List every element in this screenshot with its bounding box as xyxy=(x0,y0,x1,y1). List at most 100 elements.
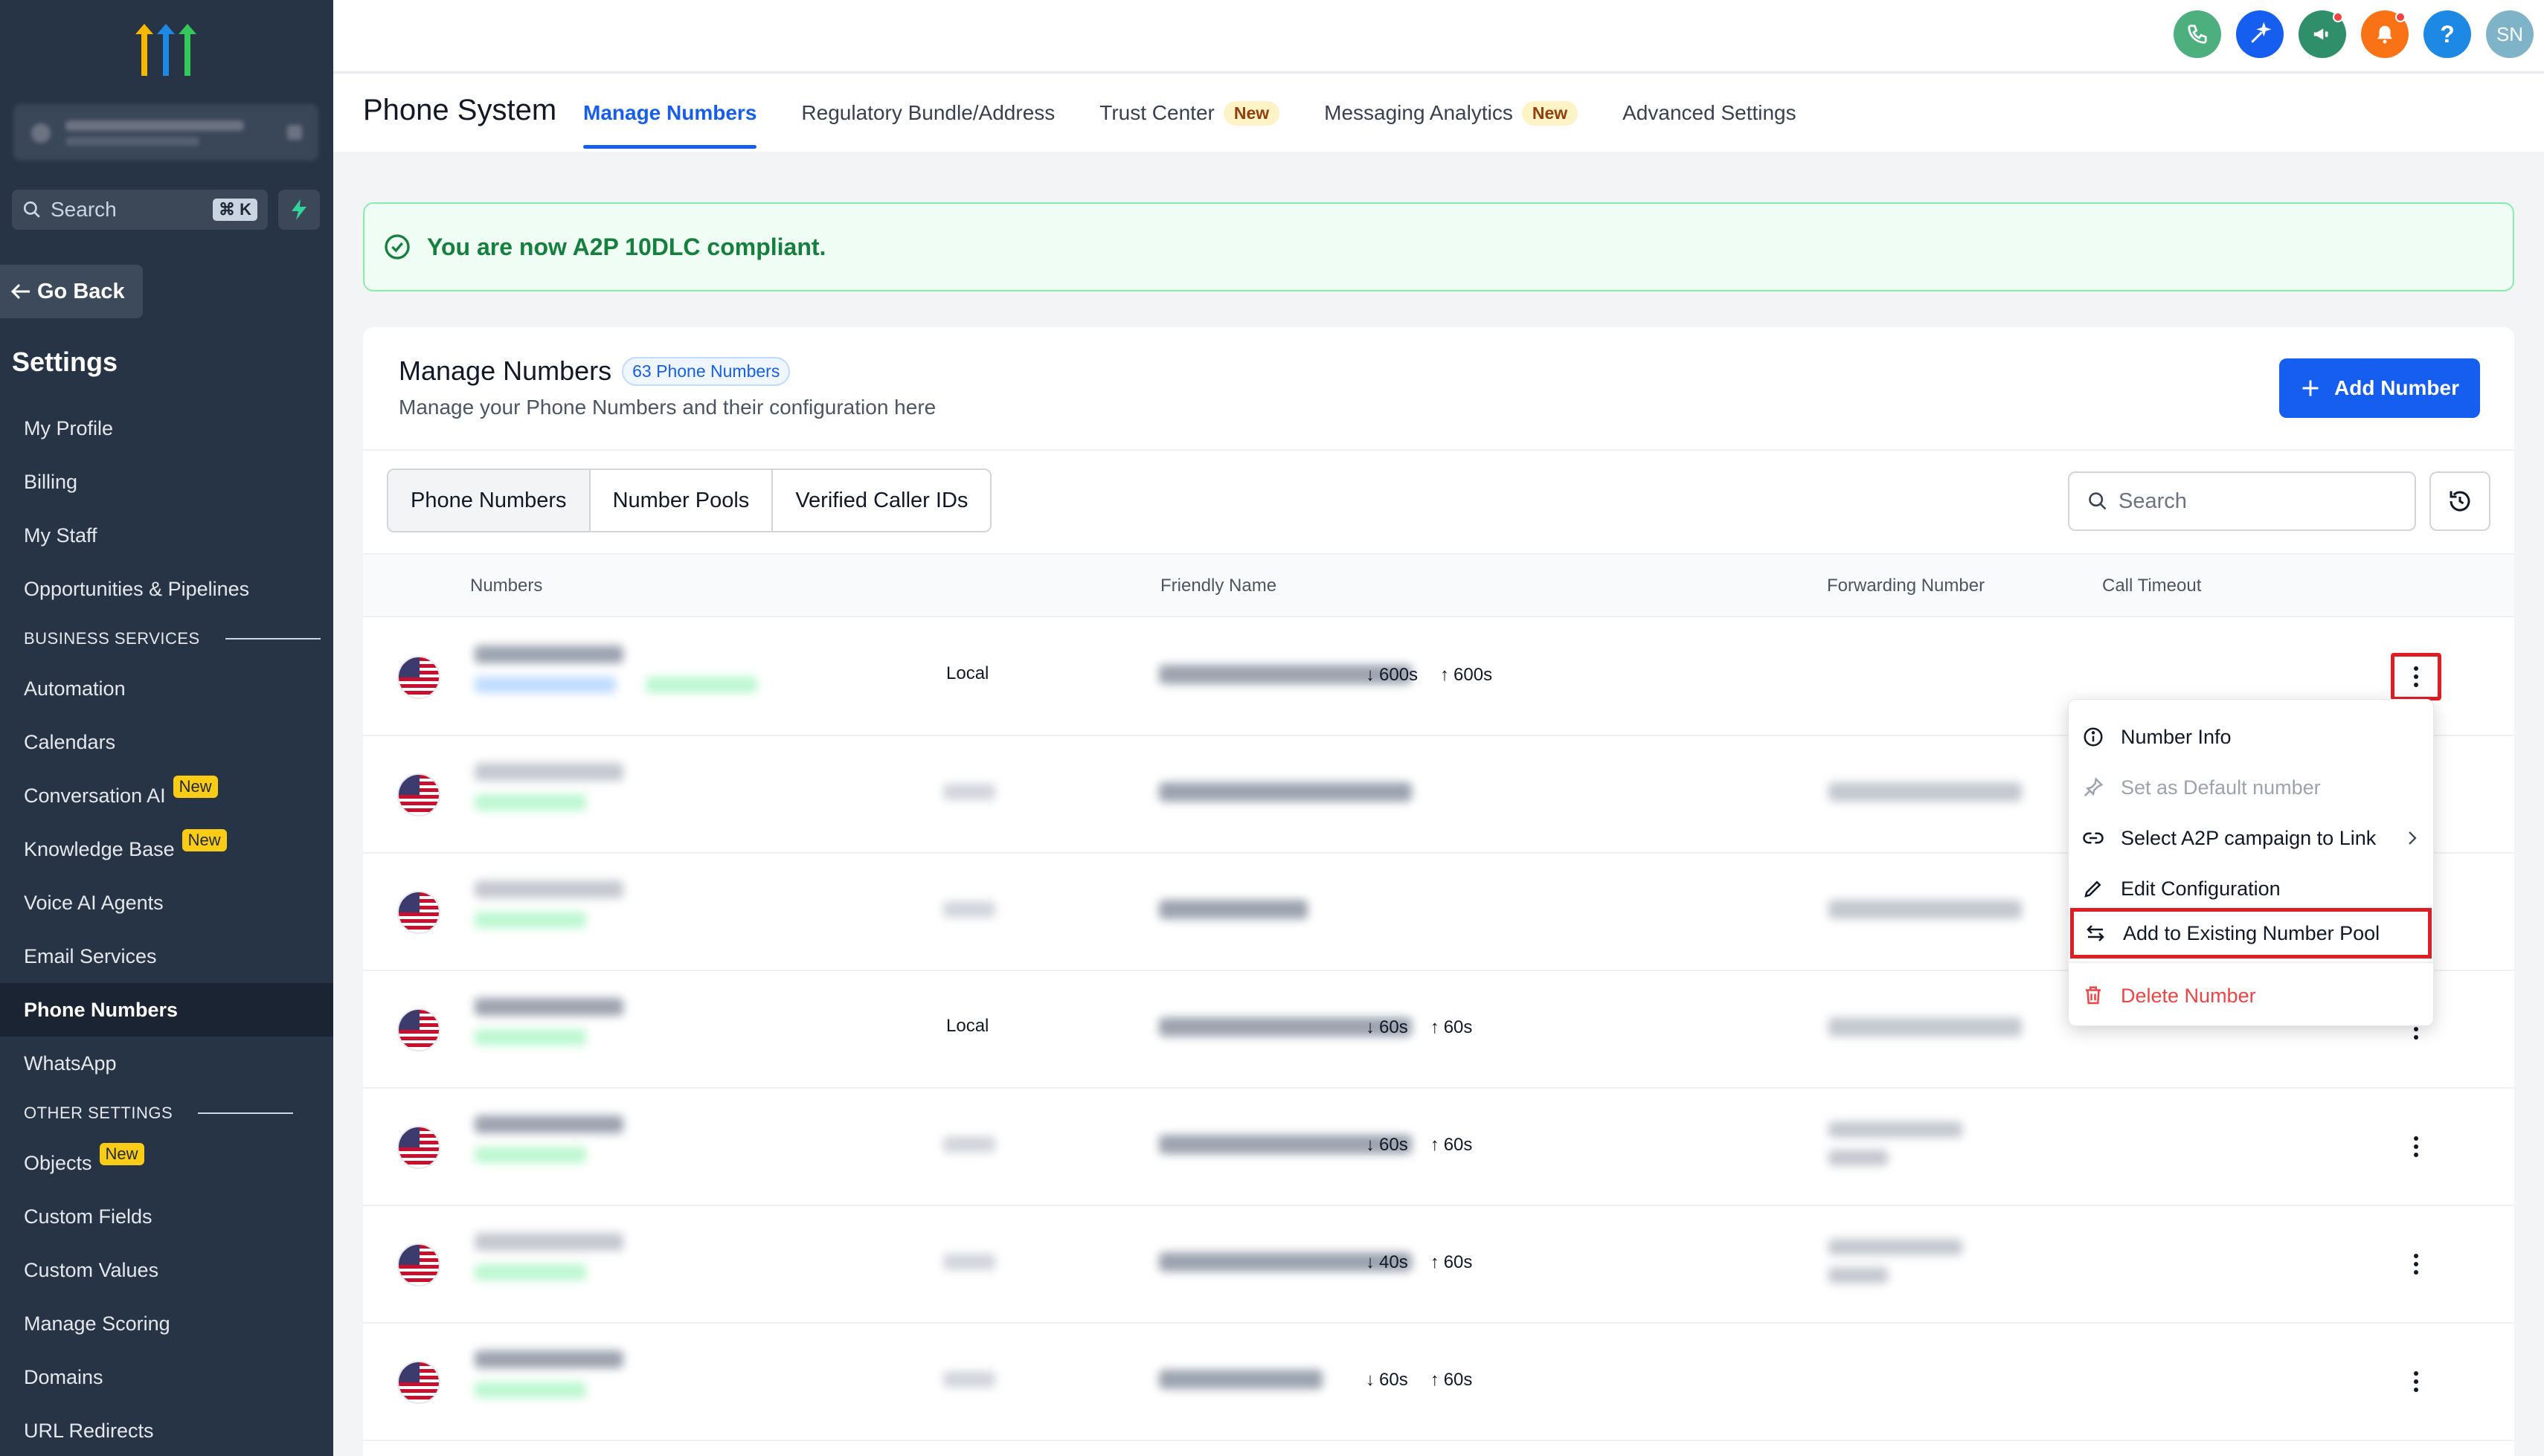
nav-label: My Profile xyxy=(24,416,114,439)
menu-item-edit-configuration[interactable]: Edit Configuration xyxy=(2069,863,2433,914)
nav-item-my-staff[interactable]: My Staff xyxy=(0,509,333,562)
menu-item-add-to-number-pool[interactable]: Add to Existing Number Pool xyxy=(2070,908,2432,959)
inbound-timeout: ↓ 600s xyxy=(1366,665,1419,685)
call-timeout: ↓ 60s ↑ 60s xyxy=(1366,1017,1472,1038)
settings-title: Settings xyxy=(12,347,118,377)
table-row[interactable]: ↓ 60s ↑ 60s xyxy=(363,1089,2514,1206)
table-row[interactable]: ↓ 60s ↑ 60s xyxy=(363,1324,2514,1441)
table-row[interactable]: ↓ 40s ↑ 60s xyxy=(363,1206,2514,1324)
nav-item-opportunities[interactable]: Opportunities & Pipelines xyxy=(0,562,333,616)
section-label: OTHER SETTINGS xyxy=(24,1104,173,1122)
nav-item-whatsapp[interactable]: WhatsApp xyxy=(0,1037,333,1090)
nav-item-conversation-ai[interactable]: Conversation AI New xyxy=(0,769,333,822)
sidebar-search[interactable]: Search ⌘ K xyxy=(12,190,268,230)
tab-bar: Manage Numbers Regulatory Bundle/Address… xyxy=(583,74,1796,152)
help-button[interactable]: ? xyxy=(2423,10,2471,58)
nav-item-objects[interactable]: Objects New xyxy=(0,1136,333,1190)
outbound-timeout: ↑ 60s xyxy=(1430,1252,1473,1272)
nav-item-url-redirects[interactable]: URL Redirects xyxy=(0,1404,333,1456)
row-actions-button[interactable] xyxy=(2391,1240,2441,1288)
row-actions-menu: Number Info Set as Default number Select… xyxy=(2068,699,2434,1026)
search-placeholder: Search xyxy=(2119,489,2187,513)
menu-item-label: Set as Default number xyxy=(2121,776,2321,799)
row-actions-button[interactable] xyxy=(2391,653,2441,700)
tab-trust-center[interactable]: Trust Center New xyxy=(1099,74,1280,152)
menu-item-number-info[interactable]: Number Info xyxy=(2069,712,2433,762)
new-badge: New xyxy=(182,829,227,851)
menu-item-delete-number[interactable]: Delete Number xyxy=(2069,970,2433,1021)
menu-item-set-default: Set as Default number xyxy=(2069,762,2433,813)
segment-number-pools[interactable]: Number Pools xyxy=(590,470,774,531)
page-title: Phone System xyxy=(363,94,557,126)
section-business-services: BUSINESS SERVICES xyxy=(0,616,333,662)
new-badge: New xyxy=(99,1143,144,1165)
plus-icon xyxy=(2302,380,2319,396)
nav-item-knowledge-base[interactable]: Knowledge Base New xyxy=(0,822,333,876)
search-icon xyxy=(23,201,40,218)
search-icon xyxy=(2089,492,2107,510)
inbound-timeout: ↓ 60s xyxy=(1366,1370,1408,1390)
nav-item-calendars[interactable]: Calendars xyxy=(0,715,333,769)
announcements-button[interactable] xyxy=(2299,10,2346,58)
refresh-button[interactable] xyxy=(2429,471,2490,531)
nav-item-custom-fields[interactable]: Custom Fields xyxy=(0,1190,333,1243)
section-label: BUSINESS SERVICES xyxy=(24,629,200,648)
nav-item-domains[interactable]: Domains xyxy=(0,1350,333,1404)
pencil-icon xyxy=(2084,880,2101,898)
tab-label: Messaging Analytics xyxy=(1324,101,1513,124)
nav-label: Opportunities & Pipelines xyxy=(24,577,250,600)
row-actions-button[interactable] xyxy=(2391,1123,2441,1170)
nav-item-email-services[interactable]: Email Services xyxy=(0,930,333,983)
menu-item-label: Edit Configuration xyxy=(2121,877,2281,900)
number-type-switch: Phone Numbers Number Pools Verified Call… xyxy=(387,468,992,532)
nav-label: URL Redirects xyxy=(24,1419,154,1442)
nav-item-custom-values[interactable]: Custom Values xyxy=(0,1243,333,1297)
nav-item-manage-scoring[interactable]: Manage Scoring xyxy=(0,1297,333,1350)
tab-messaging-analytics[interactable]: Messaging Analytics New xyxy=(1324,74,1578,152)
add-number-button[interactable]: Add Number xyxy=(2279,358,2480,418)
row-actions-button[interactable] xyxy=(2391,1358,2441,1405)
nav-item-phone-numbers[interactable]: Phone Numbers xyxy=(0,983,333,1037)
table-header: Numbers Friendly Name Forwarding Number … xyxy=(363,553,2514,617)
nav-label: Domains xyxy=(24,1365,103,1388)
arrow-left-icon xyxy=(10,283,30,300)
refresh-icon xyxy=(2450,491,2470,512)
card-title: Manage Numbers 63 Phone Numbers xyxy=(399,355,791,387)
more-vertical-icon xyxy=(2414,1371,2418,1392)
card-subtitle: Manage your Phone Numbers and their conf… xyxy=(399,396,937,419)
bell-icon xyxy=(2377,25,2392,44)
tab-regulatory-bundle[interactable]: Regulatory Bundle/Address xyxy=(801,74,1055,152)
new-badge: New xyxy=(1521,100,1578,126)
quick-action-button[interactable] xyxy=(278,190,320,230)
outbound-timeout: ↑ 60s xyxy=(1430,1135,1473,1155)
info-icon xyxy=(2084,727,2103,747)
nav-item-billing[interactable]: Billing xyxy=(0,455,333,509)
nav-item-my-profile[interactable]: My Profile xyxy=(0,402,333,455)
segment-phone-numbers[interactable]: Phone Numbers xyxy=(388,470,591,531)
menu-item-label: Number Info xyxy=(2121,725,2232,748)
segment-verified-caller-ids[interactable]: Verified Caller IDs xyxy=(773,470,991,531)
go-back-button[interactable]: Go Back xyxy=(0,265,143,318)
go-back-label: Go Back xyxy=(37,279,125,303)
number-type: Local xyxy=(946,663,989,683)
nav-item-voice-ai-agents[interactable]: Voice AI Agents xyxy=(0,876,333,930)
nav-item-automation[interactable]: Automation xyxy=(0,662,333,715)
tab-advanced-settings[interactable]: Advanced Settings xyxy=(1622,74,1796,152)
help-icon: ? xyxy=(2440,20,2455,48)
notifications-button[interactable] xyxy=(2361,10,2409,58)
col-numbers: Numbers xyxy=(470,576,543,596)
more-vertical-icon xyxy=(2414,666,2418,687)
col-call-timeout: Call Timeout xyxy=(2102,576,2202,596)
menu-item-label: Add to Existing Number Pool xyxy=(2123,921,2380,944)
ai-assist-button[interactable] xyxy=(2236,10,2284,58)
menu-item-select-a2p-campaign[interactable]: Select A2P campaign to Link xyxy=(2069,813,2433,863)
sidebar: Search ⌘ K Go Back Settings My Profile B… xyxy=(0,0,333,1456)
more-vertical-icon xyxy=(2414,1136,2418,1157)
table-search-input[interactable]: Search xyxy=(2068,471,2416,531)
link-icon xyxy=(2083,832,2104,844)
account-switcher[interactable] xyxy=(13,104,318,161)
us-flag-icon xyxy=(397,891,440,934)
phone-button[interactable] xyxy=(2174,10,2221,58)
avatar[interactable]: SN xyxy=(2486,10,2534,58)
tab-manage-numbers[interactable]: Manage Numbers xyxy=(583,74,757,152)
